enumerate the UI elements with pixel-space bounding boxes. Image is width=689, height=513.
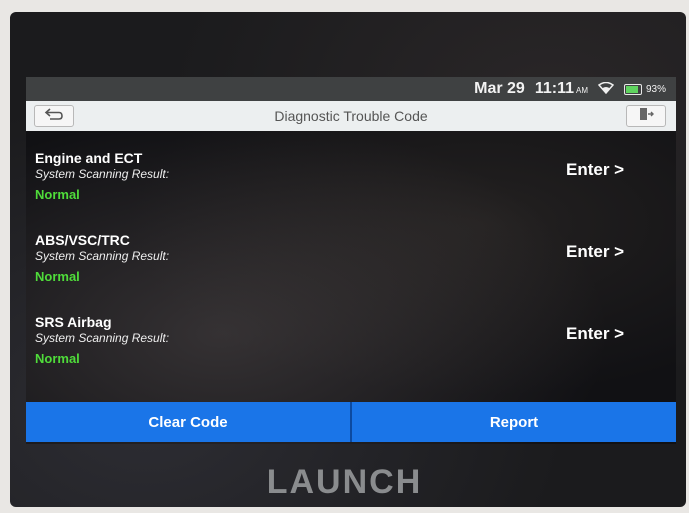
battery-percent: 93% (645, 83, 666, 95)
status-time: 11:11 (534, 80, 574, 97)
back-button[interactable] (34, 105, 74, 127)
system-status: Normal (35, 351, 80, 366)
system-item-engine[interactable]: Engine and ECT System Scanning Result: N… (26, 133, 676, 215)
status-date: Mar 29 (474, 80, 525, 97)
exit-button[interactable] (626, 105, 666, 127)
report-button[interactable]: Report (352, 402, 676, 442)
status-bar: Mar 29 11:11 AM 93% (26, 77, 676, 101)
title-bar: Diagnostic Trouble Code (26, 101, 676, 131)
footer-bar: Clear Code Report (26, 402, 676, 442)
status-time-group: 11:11 AM (535, 80, 588, 98)
enter-button[interactable]: Enter > (566, 160, 624, 180)
system-name: Engine and ECT (35, 150, 143, 166)
system-status: Normal (35, 269, 80, 284)
enter-button[interactable]: Enter > (566, 242, 624, 262)
clear-code-button[interactable]: Clear Code (26, 402, 350, 442)
system-subtitle: System Scanning Result: (35, 331, 170, 345)
status-ampm: AM (575, 86, 588, 95)
system-status: Normal (35, 187, 80, 202)
enter-button[interactable]: Enter > (566, 324, 624, 344)
battery-indicator: 93% (623, 83, 666, 95)
system-subtitle: System Scanning Result: (35, 167, 170, 181)
back-arrow-icon (44, 107, 64, 126)
system-name: SRS Airbag (35, 314, 112, 330)
exit-icon (638, 106, 654, 127)
screen: Mar 29 11:11 AM 93% Diagnostic Trouble Co… (26, 77, 676, 444)
system-name: ABS/VSC/TRC (35, 232, 130, 248)
brand-logo: LAUNCH (266, 463, 423, 501)
system-item-srs[interactable]: SRS Airbag System Scanning Result: Norma… (26, 297, 676, 379)
system-subtitle: System Scanning Result: (35, 249, 170, 263)
system-item-abs[interactable]: ABS/VSC/TRC System Scanning Result: Norm… (26, 215, 676, 297)
page-title: Diagnostic Trouble Code (274, 108, 428, 124)
battery-icon (623, 83, 642, 95)
system-list: Engine and ECT System Scanning Result: N… (26, 133, 676, 379)
wifi-icon (597, 81, 615, 98)
